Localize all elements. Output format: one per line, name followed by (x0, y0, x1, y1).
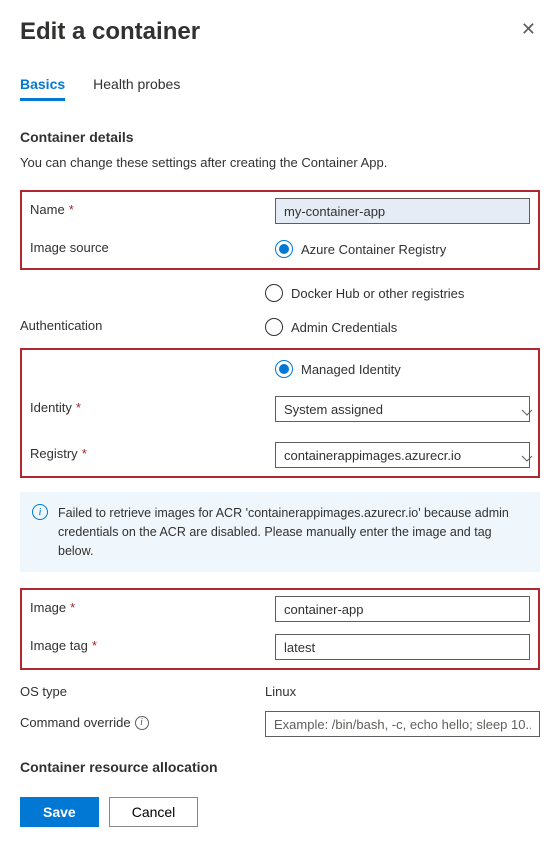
tab-basics[interactable]: Basics (20, 76, 65, 101)
label-image-tag: Image tag* (30, 634, 275, 653)
highlight-image-tag: Image* Image tag* (20, 588, 540, 670)
section-desc: You can change these settings after crea… (20, 155, 540, 170)
radio-icon (275, 240, 293, 258)
registry-select[interactable]: containerappimages.azurecr.io (275, 442, 530, 468)
label-name: Name* (30, 198, 275, 217)
identity-select[interactable]: System assigned (275, 396, 530, 422)
highlight-name-imagesource: Name* Image source Azure Container Regis… (20, 190, 540, 270)
tab-bar: Basics Health probes (20, 76, 540, 101)
radio-acr[interactable]: Azure Container Registry (275, 236, 530, 262)
command-override-input[interactable] (265, 711, 540, 737)
radio-docker[interactable]: Docker Hub or other registries (265, 280, 540, 306)
os-type-value: Linux (265, 680, 540, 699)
label-registry: Registry* (30, 442, 275, 461)
label-os-type: OS type (20, 680, 265, 699)
radio-icon (265, 284, 283, 302)
section-resource-allocation: Container resource allocation (20, 759, 540, 775)
cancel-button[interactable]: Cancel (109, 797, 199, 827)
info-banner: i Failed to retrieve images for ACR 'con… (20, 492, 540, 572)
dialog-title: Edit a container (20, 18, 200, 46)
radio-icon (275, 360, 293, 378)
image-input[interactable] (275, 596, 530, 622)
radio-icon (265, 318, 283, 336)
close-icon[interactable]: ✕ (517, 18, 540, 40)
label-command-override: Command override i (20, 711, 265, 730)
section-container-details: Container details (20, 129, 540, 145)
name-input[interactable] (275, 198, 530, 224)
highlight-auth-identity-registry: Managed Identity Identity* System assign… (20, 348, 540, 478)
label-image-source: Image source (30, 236, 275, 255)
radio-admin[interactable]: Admin Credentials (265, 314, 540, 340)
radio-managed[interactable]: Managed Identity (275, 356, 530, 382)
label-authentication: Authentication (20, 314, 265, 333)
image-tag-input[interactable] (275, 634, 530, 660)
label-image: Image* (30, 596, 275, 615)
save-button[interactable]: Save (20, 797, 99, 827)
label-identity: Identity* (30, 396, 275, 415)
info-icon[interactable]: i (135, 716, 149, 730)
info-icon: i (32, 504, 48, 520)
tab-health-probes[interactable]: Health probes (93, 76, 180, 101)
